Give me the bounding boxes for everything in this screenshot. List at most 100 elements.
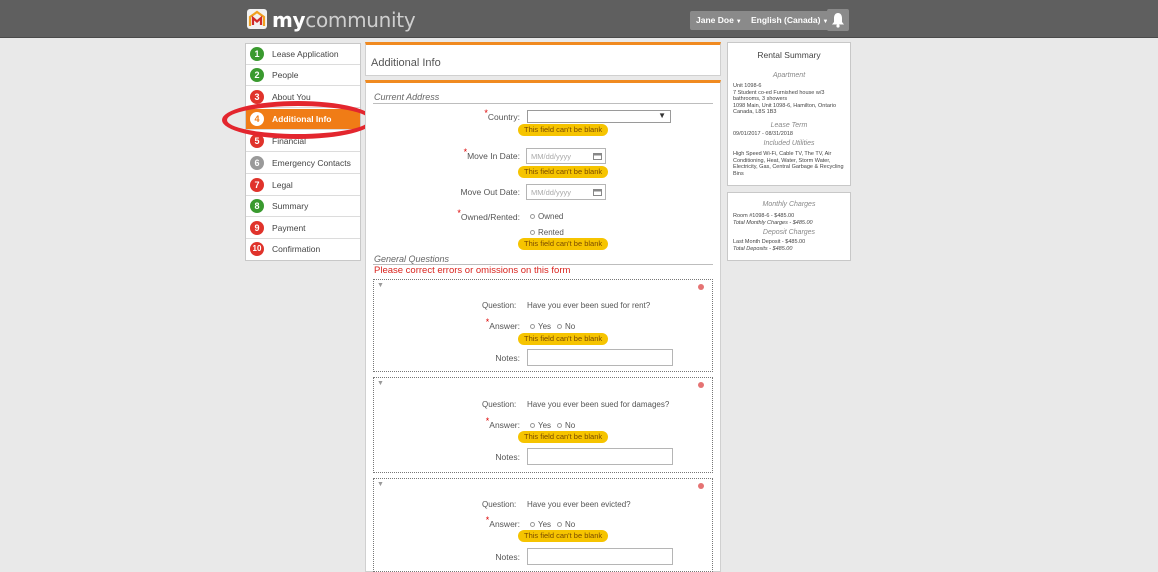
country-select[interactable]: ▼ — [527, 110, 671, 123]
owned-radio[interactable]: Owned — [530, 212, 563, 221]
collapse-triangle-icon[interactable]: ▼ — [377, 481, 384, 488]
country-error: This field can't be blank — [518, 124, 609, 136]
no-option-label: No — [565, 520, 576, 529]
remove-question-icon[interactable] — [698, 284, 704, 290]
sidebar-item-label: Additional Info — [272, 114, 332, 124]
lease-term-heading: Lease Term — [770, 122, 808, 129]
form-error-banner: Please correct errors or omissions on th… — [374, 265, 571, 276]
radio-circle-icon — [557, 423, 562, 429]
section-divider — [373, 103, 713, 104]
sidebar-item-people[interactable]: 2 People — [246, 65, 360, 86]
application-steps-sidebar: 1 Lease Application 2 People 3 About You 4A… — [245, 43, 361, 261]
utilities-heading: Included Utilities — [763, 140, 815, 147]
question-text: Have you ever been evicted? — [527, 500, 631, 509]
sidebar-item-label: Emergency Contacts — [272, 158, 351, 168]
sidebar-item-label: Confirmation — [272, 244, 321, 254]
sidebar-item-label: Lease Application — [272, 49, 339, 59]
calendar-icon — [593, 153, 602, 160]
sidebar-item-lease-application[interactable]: 1 Lease Application — [246, 44, 360, 65]
apartment-heading: Apartment — [772, 72, 806, 79]
rented-option-label: Rented — [538, 228, 564, 237]
step-number: 9 — [250, 221, 264, 235]
answer-no-radio[interactable]: No — [557, 322, 575, 331]
answer-error: This field can't be blank — [518, 530, 609, 542]
question-label: Question: — [482, 400, 517, 409]
step-number: 10 — [250, 242, 264, 256]
country-label-text: Country: — [487, 112, 520, 122]
app-logo-text: mycommunity — [272, 8, 416, 32]
radio-circle-icon — [530, 230, 535, 236]
apartment-details: Unit 1098-6 7 Student co-ed Furnished ho… — [733, 83, 837, 116]
step-number: 1 — [250, 47, 264, 61]
rented-radio[interactable]: Rented — [530, 228, 564, 237]
answer-yes-radio[interactable]: Yes — [530, 322, 551, 331]
rental-summary-panel: Rental Summary Apartment Unit 1098-6 7 S… — [727, 42, 851, 186]
answer-yes-radio[interactable]: Yes — [530, 421, 551, 430]
move-out-date-label: Move Out Date: — [460, 187, 520, 197]
collapse-triangle-icon[interactable]: ▼ — [377, 380, 384, 387]
chevron-down-icon: ▼ — [735, 19, 742, 25]
no-option-label: No — [565, 421, 576, 430]
radio-circle-icon — [557, 324, 562, 330]
sidebar-item-label: People — [272, 70, 299, 80]
user-menu-button[interactable]: Jane Doe ▼ — [690, 11, 748, 30]
notifications-button[interactable] — [827, 9, 849, 31]
user-menu-label: Jane Doe — [696, 15, 734, 25]
move-in-date-input[interactable]: MM/dd/yyyy — [526, 148, 606, 164]
sidebar-item-legal[interactable]: 7 Legal — [246, 175, 360, 196]
date-placeholder: MM/dd/yyyy — [531, 152, 572, 161]
owned-rented-label: *Owned/Rented: — [450, 209, 520, 222]
sidebar-item-financial[interactable]: 5 Financial — [246, 131, 360, 152]
date-placeholder: MM/dd/yyyy — [531, 188, 572, 197]
owned-option-label: Owned — [538, 212, 564, 221]
yes-option-label: Yes — [538, 421, 552, 430]
move-in-label-text: Move In Date: — [467, 151, 520, 161]
step-number: 6 — [250, 156, 264, 170]
language-menu-button[interactable]: English (Canada) ▼ — [745, 11, 835, 30]
radio-circle-icon — [530, 324, 535, 330]
yes-option-label: Yes — [538, 322, 552, 331]
notes-input[interactable] — [527, 349, 673, 366]
answer-label: *Answer: — [470, 318, 520, 331]
move-in-date-label: *Move In Date: — [460, 148, 520, 161]
monthly-charge-line: Room #1098-6 - $485.00 — [733, 213, 795, 219]
sidebar-item-additional-info[interactable]: 4 Additional Info — [246, 109, 360, 130]
answer-label-text: Answer: — [489, 321, 520, 331]
move-out-date-input[interactable]: MM/dd/yyyy — [526, 184, 606, 200]
mycommunity-logo-icon[interactable] — [247, 9, 267, 29]
language-menu-label: English (Canada) — [751, 15, 821, 25]
sidebar-item-label: Summary — [272, 201, 309, 211]
answer-yes-radio[interactable]: Yes — [530, 520, 551, 529]
sidebar-item-summary[interactable]: 8 Summary — [246, 196, 360, 217]
utilities-list: High Speed Wi-Fi, Cable TV, The TV, Air … — [733, 151, 844, 177]
step-number: 8 — [250, 199, 264, 213]
answer-label-text: Answer: — [489, 519, 520, 529]
country-label: *Country: — [470, 109, 520, 122]
general-questions-heading: General Questions — [374, 254, 450, 264]
question-text: Have you ever been sued for damages? — [527, 400, 670, 409]
sidebar-item-about-you[interactable]: 3 About You — [246, 87, 360, 108]
move-in-date-error: This field can't be blank — [518, 166, 609, 178]
remove-question-icon[interactable] — [698, 483, 704, 489]
radio-circle-icon — [530, 423, 535, 429]
sidebar-item-emergency-contacts[interactable]: 6 Emergency Contacts — [246, 153, 360, 174]
notes-input[interactable] — [527, 548, 673, 565]
radio-circle-icon — [557, 522, 562, 528]
current-address-heading: Current Address — [374, 92, 440, 102]
answer-no-radio[interactable]: No — [557, 520, 575, 529]
answer-label: *Answer: — [470, 516, 520, 529]
step-number: 5 — [250, 134, 264, 148]
answer-no-radio[interactable]: No — [557, 421, 575, 430]
page-title: Additional Info — [371, 57, 441, 69]
dropdown-arrow-icon: ▼ — [658, 111, 666, 120]
charges-panel: Monthly Charges Room #1098-6 - $485.00 T… — [727, 192, 851, 261]
lease-term-value: 09/01/2017 - 08/31/2018 — [733, 131, 793, 137]
notes-input[interactable] — [527, 448, 673, 465]
sidebar-item-confirmation[interactable]: 10 Confirmation — [246, 239, 360, 260]
remove-question-icon[interactable] — [698, 382, 704, 388]
step-number: 7 — [250, 178, 264, 192]
collapse-triangle-icon[interactable]: ▼ — [377, 282, 384, 289]
sidebar-item-payment[interactable]: 9 Payment — [246, 218, 360, 239]
section-header: Additional Info — [365, 42, 721, 76]
sidebar-item-label: About You — [272, 92, 311, 102]
